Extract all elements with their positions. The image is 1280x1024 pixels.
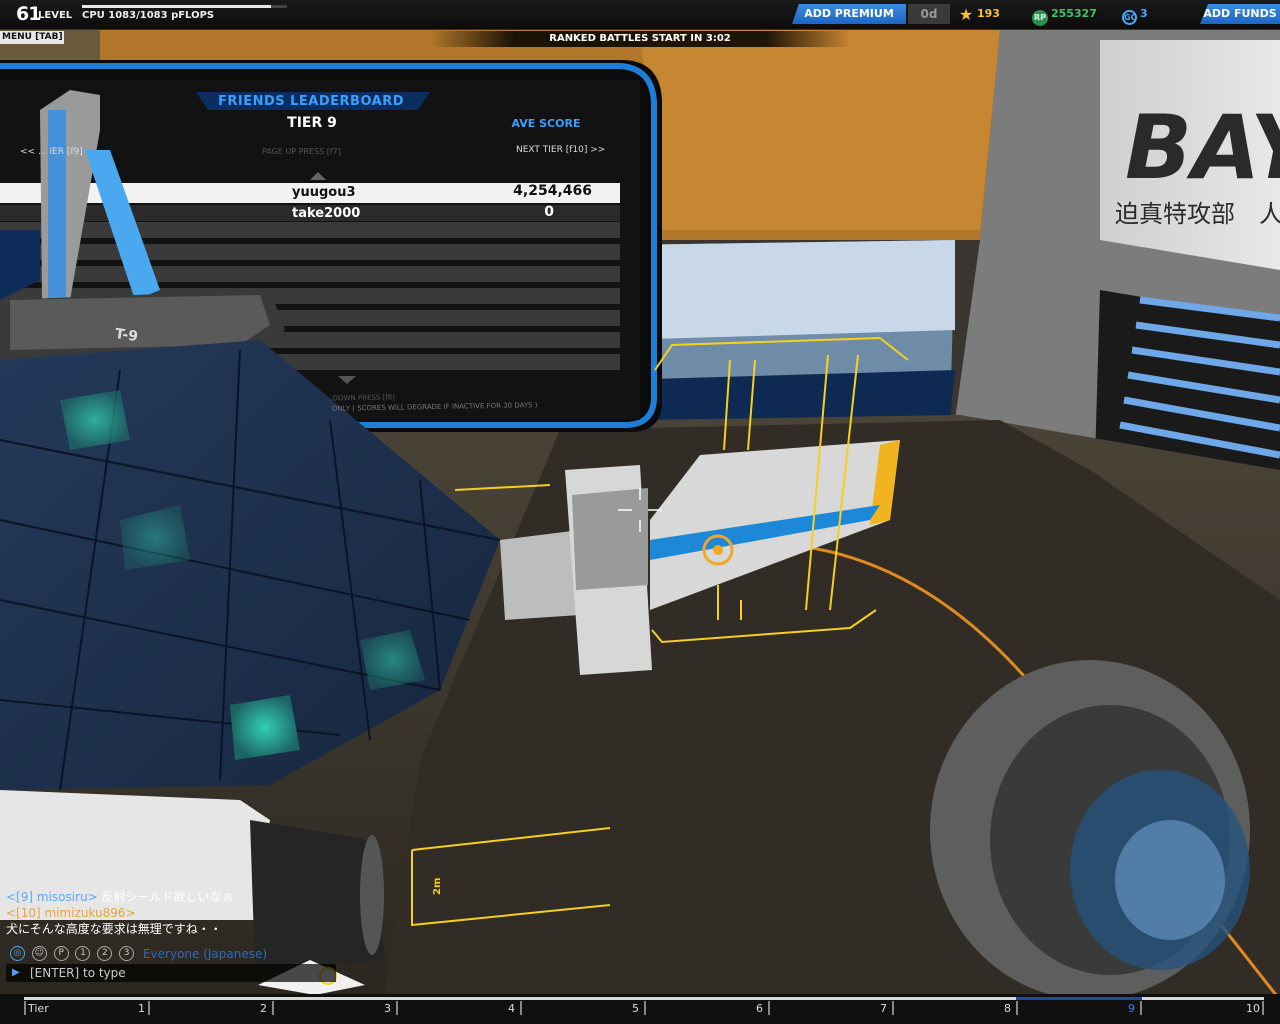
- chat-message: <[10] mimizuku896>: [6, 905, 256, 921]
- tier-label: 8: [1004, 1002, 1011, 1015]
- tier-tick: [1016, 1001, 1018, 1015]
- tier-progress-bar: Tier 1 2 3 4 5 6 7 8 9 10: [0, 994, 1280, 1024]
- leaderboard-row-score: 0: [544, 204, 554, 220]
- tier-tick: [24, 1001, 26, 1015]
- tier-tick: [644, 1001, 646, 1015]
- tier-label: 6: [756, 1002, 763, 1015]
- friends-icon[interactable]: ☺: [31, 946, 47, 961]
- globe-icon[interactable]: ◎: [10, 946, 25, 961]
- cpu-readout: CPU 1083/1083 pFLOPS: [82, 10, 215, 21]
- player-level: 61: [16, 3, 41, 25]
- tier-label: 2: [260, 1002, 267, 1015]
- chat-input[interactable]: ▶ [ENTER] to type: [6, 964, 336, 982]
- tech-points-value: 193: [977, 7, 1000, 20]
- tier-label-active: 9: [1128, 1002, 1135, 1015]
- chat-arrow-icon: ▶: [12, 967, 20, 978]
- chat-text: 犬にそんな高度な要求は無理ですね・・: [6, 922, 222, 936]
- channel-name: Everyone (Japanese): [142, 946, 268, 961]
- page-down-hint: ...DOWN PRESS [f8]: [325, 393, 396, 403]
- robits-balance: RP 255327: [1032, 4, 1097, 26]
- prev-tier-link[interactable]: << ... IER [f9]: [20, 147, 83, 157]
- tier-tick: [520, 1001, 522, 1015]
- chat-message: <[9] misosiru> 反射シールド欲しいなぁ: [6, 889, 256, 905]
- tier-tick: [272, 1001, 274, 1015]
- galaxy-coin-icon: GC: [1122, 10, 1137, 25]
- leaderboard-tier: TIER 9: [287, 115, 337, 131]
- chat-channel-selector: ◎ ☺ P 1 2 3 Everyone (Japanese): [10, 946, 267, 964]
- tier-tick: [768, 1001, 770, 1015]
- galaxy-coins: GC 3: [1122, 4, 1148, 25]
- leaderboard-row-score: 4,254,466: [513, 183, 592, 199]
- robits-value: 255327: [1051, 7, 1097, 20]
- xp-progress-bar: [82, 5, 287, 8]
- tier-label: 3: [384, 1002, 391, 1015]
- robits-icon: RP: [1032, 10, 1048, 26]
- premium-days-remaining: 0d: [908, 4, 950, 24]
- floor-marking: 2m: [432, 878, 443, 895]
- ave-score-header: AVE SCORE: [511, 117, 581, 130]
- tier-label: 5: [632, 1002, 639, 1015]
- bay-sign: BAY: [1125, 96, 1280, 199]
- channel-2[interactable]: 2: [97, 946, 113, 961]
- ranked-battles-timer: RANKED BATTLES START IN 3:02: [430, 31, 850, 47]
- next-tier-link[interactable]: NEXT TIER [f10] >>: [516, 145, 605, 155]
- tier-tick: [892, 1001, 894, 1015]
- chat-text: 反射シールド欲しいなぁ: [101, 890, 234, 904]
- top-bar: 61 LEVEL CPU 1083/1083 pFLOPS ADD PREMIU…: [0, 0, 1280, 30]
- galaxy-coins-value: 3: [1140, 7, 1148, 20]
- level-caption: LEVEL: [38, 10, 73, 21]
- tier-label: 1: [138, 1002, 145, 1015]
- chat-log: <[9] misosiru> 反射シールド欲しいなぁ <[10] mimizuk…: [6, 889, 256, 937]
- tier-tick: [148, 1001, 150, 1015]
- chat-sender: <[10] mimizuku896>: [6, 906, 136, 920]
- tier-caption: Tier: [28, 1002, 49, 1015]
- leaderboard-row-name: take2000: [292, 206, 361, 221]
- add-premium-button[interactable]: ADD PREMIUM: [792, 4, 906, 24]
- page-up-hint: PAGE UP PRESS [f7]: [262, 147, 341, 156]
- tier-tick: [1140, 1001, 1142, 1015]
- cube-label: T-9: [114, 326, 139, 345]
- tier-tick: [1262, 1001, 1264, 1015]
- chat-sender: <[9] misosiru>: [6, 890, 98, 904]
- chat-message: 犬にそんな高度な要求は無理ですね・・: [6, 921, 256, 937]
- tier-label: 7: [880, 1002, 887, 1015]
- tier-active-segment: [1016, 997, 1142, 1000]
- channel-1[interactable]: 1: [75, 946, 91, 961]
- tech-points: ★ 193: [958, 4, 1000, 24]
- tier-label: 10: [1246, 1002, 1260, 1015]
- garage-scene: T-9 2m BAY 迫真特攻部 人間: [0, 0, 1280, 1024]
- tech-star-icon: ★: [958, 5, 974, 24]
- bay-japanese: 迫真特攻部 人間: [1115, 200, 1280, 228]
- tier-label: 4: [508, 1002, 515, 1015]
- chat-input-placeholder: [ENTER] to type: [30, 966, 126, 980]
- leaderboard-row-name: yuugou3: [292, 185, 356, 200]
- party-icon[interactable]: P: [53, 946, 69, 961]
- menu-tab-button[interactable]: MENU [TAB]: [0, 31, 64, 44]
- tier-tick: [396, 1001, 398, 1015]
- add-funds-button[interactable]: ADD FUNDS: [1200, 4, 1280, 24]
- leaderboard-title: FRIENDS LEADERBOARD: [217, 94, 405, 109]
- channel-3[interactable]: 3: [119, 946, 135, 961]
